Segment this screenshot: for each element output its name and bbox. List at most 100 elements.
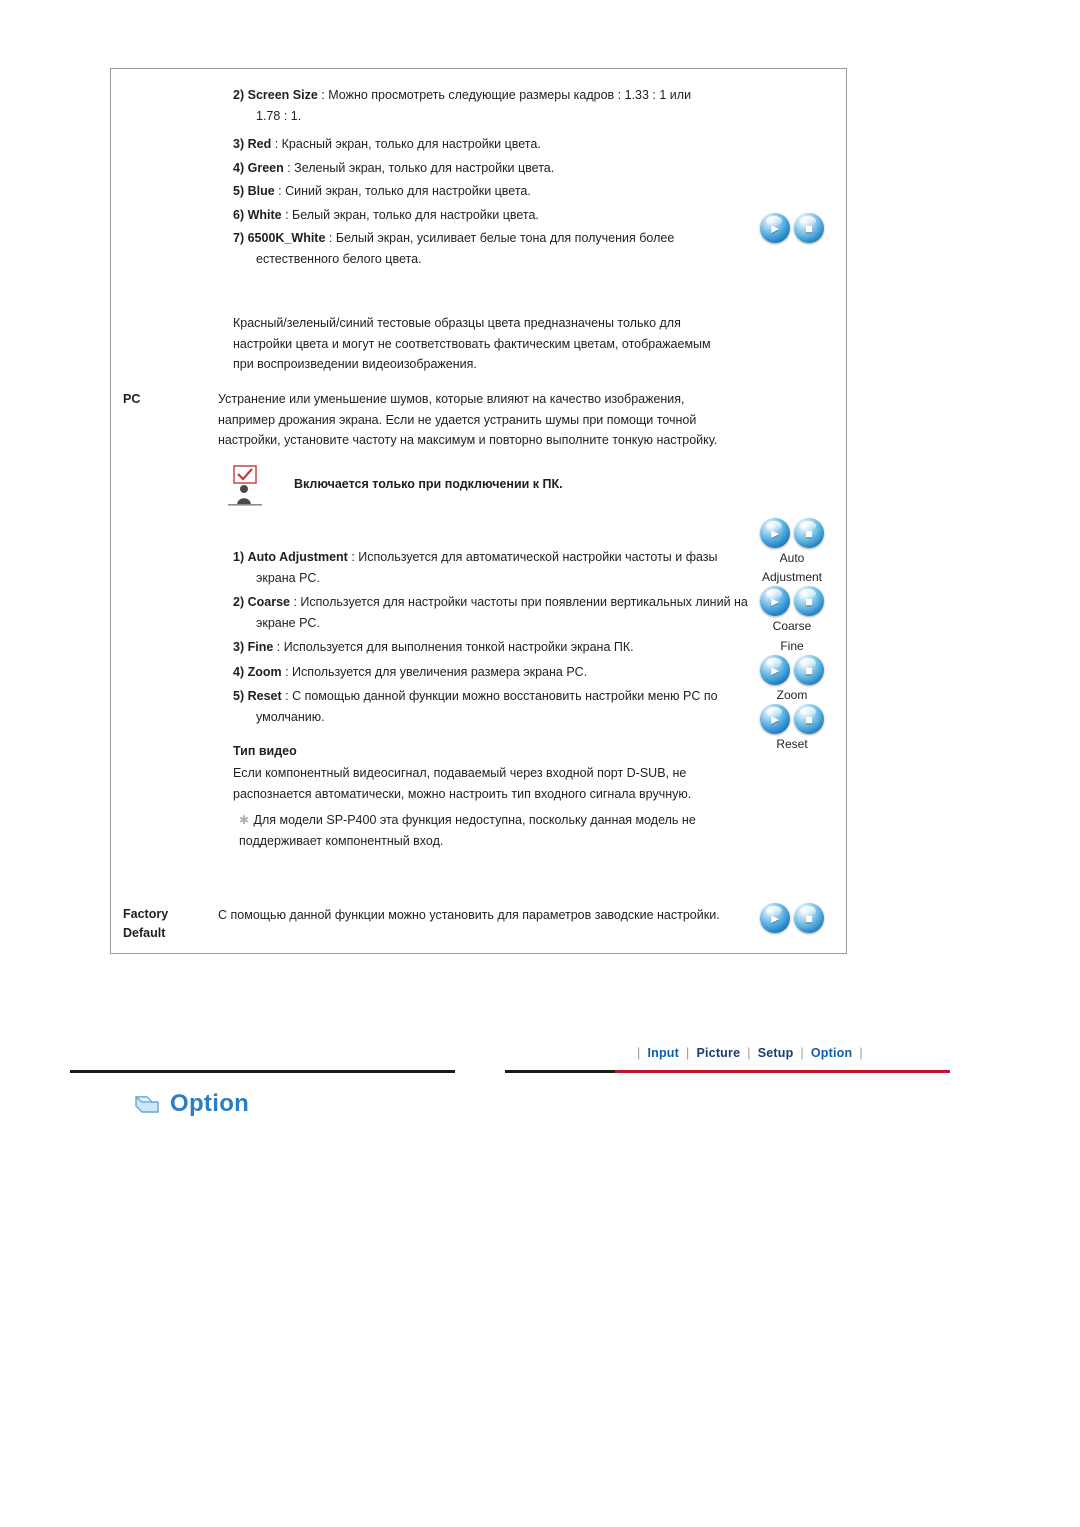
- remote-button-right[interactable]: ■: [794, 704, 824, 734]
- caption-line1: Fine: [780, 639, 804, 653]
- list-item-term: 3): [233, 640, 245, 654]
- list-item-text: : С помощью данной функции можно восстан…: [256, 689, 718, 724]
- list-item-text: : Можно просмотреть следующие размеры ка…: [256, 88, 692, 123]
- remote-button-pair-reset[interactable]: ► ■: [760, 704, 824, 734]
- asterisk-icon: ✱: [239, 813, 250, 827]
- factory-default-paragraph: С помощью данной функции можно установит…: [218, 908, 720, 922]
- list-item: 2) Screen Size : Можно просмотреть следу…: [233, 85, 703, 126]
- remote-button-pair-zoom[interactable]: ► ■: [760, 655, 824, 685]
- video-type-title: Тип видео: [233, 744, 297, 758]
- play-icon: ►: [768, 593, 782, 609]
- list-item-term: 2): [233, 88, 245, 102]
- button-caption-reset: Reset: [737, 735, 847, 754]
- factory-default-label-line1: Factory: [123, 907, 169, 921]
- remote-button-pair-top[interactable]: ► ■: [760, 213, 824, 243]
- stop-icon: ■: [805, 525, 813, 541]
- pc-options-list: 1) Auto Adjustment : Используется для ав…: [233, 547, 753, 727]
- play-icon: ►: [768, 220, 782, 236]
- list-item: 1) Auto Adjustment : Используется для ав…: [233, 547, 753, 588]
- list-item-label: Blue: [247, 184, 275, 198]
- screen-options-list: 2) Screen Size : Можно просмотреть следу…: [233, 85, 703, 269]
- button-caption-coarse: Coarse: [737, 617, 847, 636]
- video-type-note: ✱ Для модели SP-P400 эта функция недосту…: [239, 810, 744, 851]
- nav-link-input[interactable]: Input: [647, 1046, 679, 1060]
- remote-button-right[interactable]: ■: [794, 586, 824, 616]
- remote-button-right[interactable]: ■: [794, 655, 824, 685]
- list-item: 3) Fine : Используется для выполнения то…: [233, 637, 753, 658]
- nav-link-setup[interactable]: Setup: [758, 1046, 794, 1060]
- remote-button-right[interactable]: ■: [794, 213, 824, 243]
- note-icon: [224, 465, 266, 507]
- stop-icon: ■: [805, 711, 813, 727]
- list-item-label: Green: [247, 160, 284, 175]
- list-item: 4) Green : Зеленый экран, только для нас…: [233, 158, 703, 179]
- list-item: 5) Blue : Синий экран, только для настро…: [233, 181, 703, 202]
- document-page: 2) Screen Size : Можно просмотреть следу…: [0, 0, 1080, 1527]
- play-icon: ►: [768, 910, 782, 926]
- list-item-label: Auto Adjustment: [247, 550, 348, 564]
- list-item-label: Coarse: [247, 595, 290, 609]
- nav-separator: |: [686, 1046, 690, 1060]
- list-item: 3) Red : Красный экран, только для настр…: [233, 134, 703, 155]
- remote-button-left[interactable]: ►: [760, 586, 790, 616]
- footer-divider: [70, 1070, 950, 1073]
- nav-separator: |: [637, 1046, 641, 1060]
- list-item-term: 4): [233, 160, 245, 175]
- list-item: 4) Zoom : Используется для увеличения ра…: [233, 662, 753, 683]
- stop-icon: ■: [805, 593, 813, 609]
- list-item-text: : Красный экран, только для настройки цв…: [271, 137, 541, 151]
- note-box-title: Включается только при подключении к ПК.: [294, 477, 563, 491]
- list-item-label: Reset: [247, 689, 282, 703]
- nav-link-picture[interactable]: Picture: [696, 1046, 740, 1060]
- play-icon: ►: [768, 662, 782, 678]
- nav-separator: |: [800, 1046, 804, 1060]
- remote-button-left[interactable]: ►: [760, 213, 790, 243]
- stop-icon: ■: [805, 220, 813, 236]
- factory-default-label-line2: Default: [123, 926, 166, 940]
- nav-link-option[interactable]: Option: [811, 1046, 852, 1060]
- list-item-term: 2): [233, 595, 245, 609]
- list-item-label: Red: [247, 137, 272, 151]
- caption-line2: Adjustment: [761, 570, 823, 584]
- nav-separator: |: [747, 1046, 751, 1060]
- list-item: 2) Coarse : Используется для настройки ч…: [233, 592, 753, 633]
- pc-section-label: PC: [123, 392, 141, 406]
- play-icon: ►: [768, 711, 782, 727]
- list-item: 7) 6500K_White : Белый экран, усиливает …: [233, 228, 703, 269]
- list-item-term: 5): [233, 689, 245, 703]
- section-heading: Option: [134, 1090, 249, 1118]
- list-item-text: : Синий экран, только для настройки цвет…: [274, 184, 531, 198]
- remote-button-right[interactable]: ■: [794, 903, 824, 933]
- remote-button-pair-coarse[interactable]: ► ■: [760, 586, 824, 616]
- nav-separator: |: [859, 1046, 863, 1060]
- list-item-term: 7): [233, 231, 245, 245]
- list-item-term: 4): [233, 664, 245, 679]
- list-item-text: : Используется для увеличения размера эк…: [281, 664, 588, 679]
- section-title: Option: [170, 1090, 250, 1117]
- list-item-term: 1): [233, 550, 245, 564]
- pc-section-paragraph: Устранение или уменьшение шумов, которые…: [218, 392, 718, 447]
- remote-button-left[interactable]: ►: [760, 903, 790, 933]
- list-item-label: Zoom: [247, 664, 282, 679]
- list-item-text: : Используется для выполнения тонкой нас…: [273, 640, 634, 654]
- list-item-term: 5): [233, 184, 245, 198]
- button-caption-auto-adjustment: Auto Adjustment: [737, 549, 847, 587]
- list-item-text: : Белый экран, только для настройки цвет…: [281, 207, 539, 222]
- factory-default-label: Factory Default: [123, 905, 168, 943]
- remote-button-left[interactable]: ►: [760, 518, 790, 548]
- button-caption-zoom: Zoom: [737, 686, 847, 705]
- video-type-paragraph: Если компонентный видеосигнал, подаваемы…: [233, 766, 692, 801]
- video-type-note-text: Для модели SP-P400 эта функция недоступн…: [239, 813, 696, 848]
- remote-button-left[interactable]: ►: [760, 704, 790, 734]
- caption-line1: Zoom: [776, 688, 808, 702]
- remote-button-left[interactable]: ►: [760, 655, 790, 685]
- list-item: 5) Reset : С помощью данной функции можн…: [233, 686, 753, 727]
- remote-button-pair-auto-adjustment[interactable]: ► ■: [760, 518, 824, 548]
- stop-icon: ■: [805, 910, 813, 926]
- color-test-note-paragraph: Красный/зеленый/синий тестовые образцы ц…: [233, 316, 711, 371]
- caption-line1: Auto: [779, 551, 805, 565]
- remote-button-pair-factory-default[interactable]: ► ■: [760, 903, 824, 933]
- button-caption-fine: Fine: [737, 637, 847, 656]
- remote-button-right[interactable]: ■: [794, 518, 824, 548]
- list-item-text: : Используется для настройки частоты при…: [256, 595, 748, 630]
